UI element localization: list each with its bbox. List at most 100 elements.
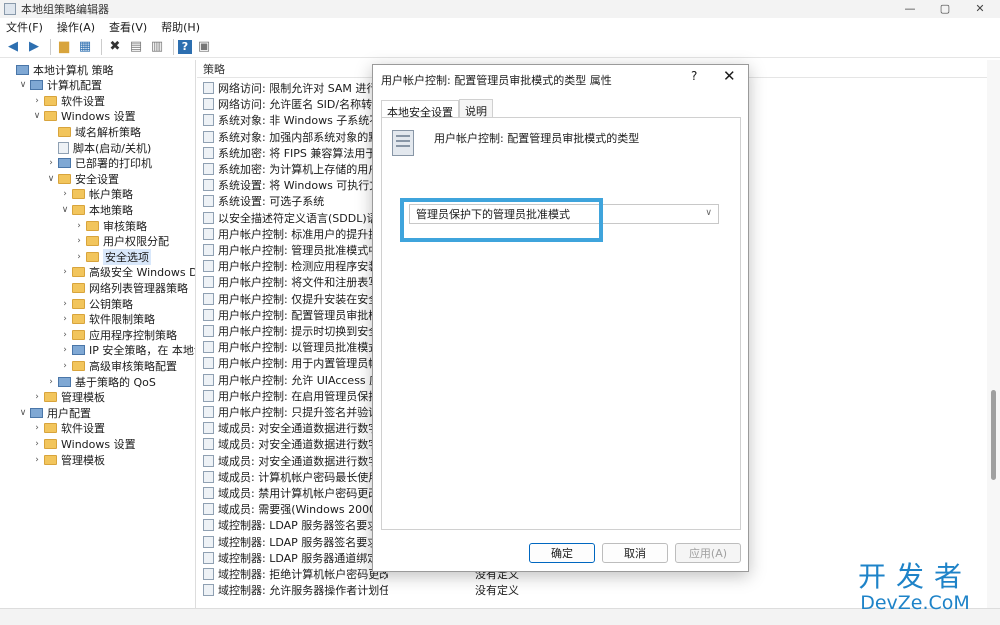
expand-toggle-icon[interactable]: › — [74, 221, 84, 231]
up-folder-icon[interactable]: ▆ — [55, 38, 73, 56]
tree-node[interactable]: › 应用程序控制策略 — [60, 327, 177, 342]
app-icon — [4, 3, 16, 15]
policy-icon — [203, 568, 214, 580]
show-hide-tree-icon[interactable]: ▦ — [76, 38, 94, 56]
apply-button[interactable]: 应用(A) — [675, 543, 741, 563]
tree-node[interactable]: ∨ Windows 设置 — [32, 109, 136, 124]
menu-action[interactable]: 操作(A) — [57, 19, 95, 35]
expand-toggle-icon[interactable]: › — [32, 96, 42, 106]
tree-node[interactable]: › 公钥策略 — [60, 296, 133, 311]
watermark: 开发者 DevZe.CoM — [840, 560, 990, 615]
menu-help[interactable]: 帮助(H) — [161, 19, 200, 35]
minimize-button[interactable]: — — [890, 0, 930, 18]
console-tree: 本地计算机 策略 ∨ 计算机配置 › 软件设置 ∨ Windows 设置 域名解析策略 脚本(启… — [0, 60, 196, 608]
expand-toggle-icon[interactable]: › — [60, 314, 70, 324]
menu-view[interactable]: 查看(V) — [109, 19, 147, 35]
close-button[interactable]: ✕ — [960, 0, 1000, 18]
tree-node[interactable]: › 管理模板 — [32, 390, 105, 405]
tree-node[interactable]: ∨ 安全设置 — [46, 171, 119, 186]
expand-toggle-icon[interactable]: › — [32, 455, 42, 465]
tree-node[interactable]: › 高级安全 Windows Defen — [60, 265, 195, 280]
tree-node[interactable]: ∨ 计算机配置 — [18, 78, 102, 93]
expand-toggle-icon[interactable]: › — [32, 392, 42, 402]
policy-icon — [203, 244, 214, 256]
policy-name: 用户帐户控制: 标准用户的提升提示行 — [218, 227, 388, 241]
vertical-scrollbar[interactable] — [987, 60, 1000, 608]
tree-node[interactable]: › 高级审核策略配置 — [60, 358, 177, 373]
tree-node[interactable]: › 帐户策略 — [60, 187, 133, 202]
expand-toggle-icon[interactable]: › — [32, 439, 42, 449]
menu-bar: 文件(F) 操作(A) 查看(V) 帮助(H) — [0, 18, 1000, 35]
expand-toggle-icon[interactable]: › — [46, 377, 56, 387]
policy-name: 用户帐户控制: 管理员批准模式中管理 — [218, 244, 388, 257]
expand-toggle-icon[interactable]: › — [60, 299, 70, 309]
tree-node[interactable]: › 软件设置 — [32, 421, 105, 436]
expand-toggle-icon[interactable]: › — [60, 345, 70, 355]
tree-node[interactable]: 域名解析策略 — [46, 124, 141, 139]
maximize-button[interactable]: ▢ — [925, 0, 965, 18]
delete-icon[interactable]: ✖ — [106, 38, 124, 56]
watermark-en: DevZe.CoM — [860, 592, 970, 614]
expand-toggle-icon[interactable]: › — [60, 330, 70, 340]
policy-name: 用户帐户控制: 用于内置管理员帐户的 — [218, 357, 388, 371]
view-icon[interactable]: ▣ — [195, 38, 213, 56]
policy-name: 系统加密: 将 FIPS 兼容算法用于加密、 — [218, 146, 388, 160]
expand-toggle-icon[interactable]: ∨ — [18, 80, 28, 90]
expand-toggle-icon[interactable]: › — [60, 267, 70, 277]
watermark-cn: 开发者 — [857, 560, 972, 593]
expand-toggle-icon[interactable]: › — [60, 361, 70, 371]
tree-node[interactable]: › 基于策略的 QoS — [46, 374, 156, 389]
policy-name: 网络访问: 限制允许对 SAM 进行远程 — [218, 82, 388, 95]
properties-icon[interactable]: ▤ — [127, 38, 145, 56]
policy-icon — [203, 389, 214, 402]
expand-toggle-icon[interactable]: ∨ — [18, 408, 28, 418]
policy-icon — [203, 276, 214, 289]
policy-icon — [203, 487, 214, 499]
help-icon[interactable]: ? — [178, 39, 192, 54]
title-bar: 本地组策略编辑器 — ▢ ✕ — [0, 0, 1000, 18]
tree-node[interactable]: › 审核策略 — [74, 218, 147, 233]
expand-toggle-icon[interactable]: › — [74, 252, 84, 262]
tree-node-label: IP 安全策略，在 本地计算机 — [89, 344, 195, 358]
highlight-box — [400, 198, 603, 242]
tree-node-label: 软件设置 — [61, 94, 105, 108]
expand-toggle-icon[interactable]: › — [60, 189, 70, 199]
back-icon[interactable]: ◀ — [4, 38, 22, 56]
scrollbar-thumb[interactable] — [991, 390, 996, 480]
tree-node[interactable]: › 管理模板 — [32, 452, 105, 467]
tree-node[interactable]: 脚本(启动/关机) — [46, 140, 151, 155]
tree-node-label: 用户权限分配 — [103, 235, 169, 249]
tree-node[interactable]: › 已部署的打印机 — [46, 156, 152, 171]
expand-toggle-icon[interactable]: ∨ — [46, 174, 56, 184]
tree-node-label: 本地策略 — [89, 203, 133, 217]
forward-icon[interactable]: ▶ — [25, 38, 43, 56]
policy-name: 域成员: 禁用计算机帐户密码更改 — [218, 487, 380, 500]
tree-node[interactable]: › 软件限制策略 — [60, 312, 155, 327]
tree-node[interactable]: › IP 安全策略，在 本地计算机 — [60, 343, 195, 358]
export-icon[interactable]: ▥ — [148, 38, 166, 56]
folder-icon — [72, 314, 85, 325]
computer-icon — [16, 64, 29, 75]
expand-toggle-icon[interactable]: ∨ — [32, 111, 42, 121]
cancel-button[interactable]: 取消 — [602, 543, 668, 563]
dialog-help-button[interactable]: ? — [691, 69, 697, 83]
folder-icon — [44, 438, 57, 449]
tree-node-label: 网络列表管理器策略 — [89, 281, 188, 295]
tree-node[interactable]: › 软件设置 — [32, 93, 105, 108]
tree-node[interactable]: ∨ 用户配置 — [18, 405, 91, 420]
tree-node[interactable]: › Windows 设置 — [32, 436, 135, 451]
tree-node[interactable]: 本地计算机 策略 — [4, 62, 114, 77]
expand-toggle-icon[interactable]: › — [46, 158, 56, 168]
expand-toggle-icon[interactable]: › — [32, 423, 42, 433]
tree-node[interactable]: › 用户权限分配 — [74, 234, 169, 249]
computer-icon — [58, 158, 71, 169]
policy-name: 用户帐户控制: 提示时切换到安全 — [218, 325, 380, 338]
tree-node[interactable]: ∨ 本地策略 — [60, 202, 133, 217]
dialog-close-button[interactable]: ✕ — [723, 67, 736, 85]
expand-toggle-icon[interactable]: › — [74, 236, 84, 246]
expand-toggle-icon[interactable]: ∨ — [60, 205, 70, 215]
ok-button[interactable]: 确定 — [529, 543, 595, 563]
tree-node[interactable]: 网络列表管理器策略 — [60, 280, 188, 295]
tree-node[interactable]: › 安全选项 — [74, 248, 151, 265]
menu-file[interactable]: 文件(F) — [6, 19, 43, 35]
